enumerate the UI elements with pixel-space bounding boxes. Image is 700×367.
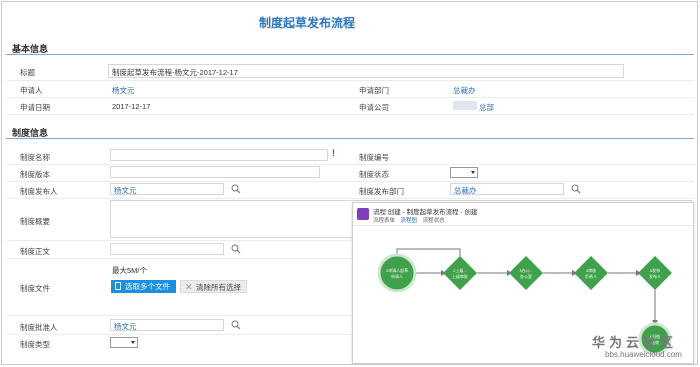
popup-divider bbox=[353, 225, 693, 226]
rule-status-select[interactable] bbox=[450, 167, 478, 178]
type-select[interactable] bbox=[110, 337, 138, 348]
type-label: 制度类型 bbox=[20, 340, 50, 349]
flow-node-label: 4审核 bbox=[586, 267, 596, 273]
flow-node-start bbox=[377, 253, 417, 293]
publisher-input[interactable]: 杨文元 bbox=[110, 183, 224, 195]
dept-value[interactable]: 总裁办 bbox=[453, 85, 476, 96]
company-label: 申请公司 bbox=[359, 103, 389, 112]
search-icon[interactable] bbox=[231, 244, 241, 254]
publish-dept-label: 制度发布部门 bbox=[359, 187, 404, 196]
clear-selection-button[interactable]: ✕ 清除所有选择 bbox=[180, 280, 247, 293]
summary-label: 制度概要 bbox=[20, 217, 50, 226]
approver-value: 杨文元 bbox=[114, 322, 137, 331]
approver-input[interactable]: 杨文元 bbox=[110, 319, 224, 331]
file-label: 制度文件 bbox=[20, 284, 50, 293]
section-divider bbox=[6, 138, 694, 139]
rule-name-input[interactable] bbox=[110, 149, 328, 161]
flow-node bbox=[638, 256, 672, 290]
row-divider bbox=[6, 198, 694, 199]
publisher-value: 杨文元 bbox=[114, 186, 137, 195]
title-value: 制度起草发布流程-杨文元-2017-12-17 bbox=[112, 68, 238, 77]
chevron-down-icon bbox=[131, 341, 135, 344]
row-divider bbox=[6, 97, 694, 98]
row-divider bbox=[6, 80, 694, 81]
search-icon[interactable] bbox=[231, 320, 241, 330]
row-divider bbox=[6, 114, 694, 115]
popup-tabs: 流程表单 流程图 流程状态 bbox=[373, 216, 449, 224]
rule-version-input[interactable] bbox=[110, 166, 320, 178]
title-field[interactable]: 制度起草发布流程-杨文元-2017-12-17 bbox=[108, 64, 624, 78]
publisher-label: 制度发布人 bbox=[20, 187, 58, 196]
rule-status-label: 制度状态 bbox=[359, 170, 389, 179]
date-value: 2017-12-17 bbox=[112, 102, 151, 111]
close-icon: ✕ bbox=[185, 282, 193, 292]
flow-node-label: 1申请人起草 bbox=[386, 267, 408, 273]
select-files-label: 选取多个文件 bbox=[125, 282, 170, 291]
popup-title: 流程:创建 - 制度起草发布流程 - 创建 bbox=[373, 209, 478, 216]
search-icon[interactable] bbox=[231, 184, 241, 194]
approver-label: 制度批准人 bbox=[20, 323, 58, 332]
required-icon: ! bbox=[332, 148, 335, 158]
body-input[interactable] bbox=[110, 243, 224, 255]
clear-selection-label: 清除所有选择 bbox=[196, 283, 241, 292]
rule-name-label: 制度名称 bbox=[20, 153, 50, 162]
publish-dept-value: 总裁办 bbox=[454, 186, 477, 195]
flow-node-label: 申请人 bbox=[391, 273, 403, 279]
row-divider bbox=[6, 181, 694, 182]
date-label: 申请日期 bbox=[20, 103, 50, 112]
flow-node-label: 负责人 bbox=[585, 273, 597, 279]
applicant-value[interactable]: 杨文元 bbox=[112, 85, 135, 96]
watermark-url: bbs.huaweicloud.com bbox=[605, 350, 682, 359]
file-icon bbox=[115, 282, 121, 290]
app-icon bbox=[357, 208, 369, 220]
flow-node-label: 发布人 bbox=[649, 273, 661, 279]
flow-node-label: 3办公... bbox=[519, 267, 533, 273]
flow-node-label: 办公室 bbox=[520, 273, 532, 279]
rule-number-label: 制度编号 bbox=[359, 153, 389, 162]
company-value[interactable]: 总部 bbox=[479, 102, 494, 113]
form-window: 制度起草发布流程 基本信息 标题 制度起草发布流程-杨文元-2017-12-17… bbox=[1, 1, 698, 365]
search-icon[interactable] bbox=[571, 184, 581, 194]
tab-flowchart[interactable]: 流程图 bbox=[401, 218, 418, 224]
flow-node-label: 2上级... bbox=[453, 267, 467, 273]
row-divider bbox=[6, 164, 694, 165]
flow-node-label: 上级审批 bbox=[452, 273, 468, 279]
tab-form[interactable]: 流程表单 bbox=[373, 218, 395, 224]
section-divider bbox=[6, 54, 694, 55]
select-files-button[interactable]: 选取多个文件 bbox=[111, 280, 176, 293]
flow-node bbox=[443, 256, 477, 290]
applicant-label: 申请人 bbox=[20, 86, 43, 95]
flow-node bbox=[509, 256, 543, 290]
publish-dept-input[interactable]: 总裁办 bbox=[450, 183, 564, 195]
flow-node bbox=[574, 256, 608, 290]
file-limit-text: 最大5M/个 bbox=[112, 266, 148, 275]
page-title: 制度起草发布流程 bbox=[258, 16, 355, 30]
rule-version-label: 制度版本 bbox=[20, 170, 50, 179]
tab-status[interactable]: 流程状态 bbox=[423, 218, 445, 224]
flow-node-label: 5发布 bbox=[650, 267, 660, 273]
company-prefix-redacted bbox=[453, 101, 477, 110]
watermark-text: 华为云社区 bbox=[592, 335, 678, 350]
title-label: 标题 bbox=[20, 68, 35, 77]
dept-label: 申请部门 bbox=[359, 86, 389, 95]
body-label: 制度正文 bbox=[20, 247, 50, 256]
chevron-down-icon bbox=[471, 171, 475, 174]
